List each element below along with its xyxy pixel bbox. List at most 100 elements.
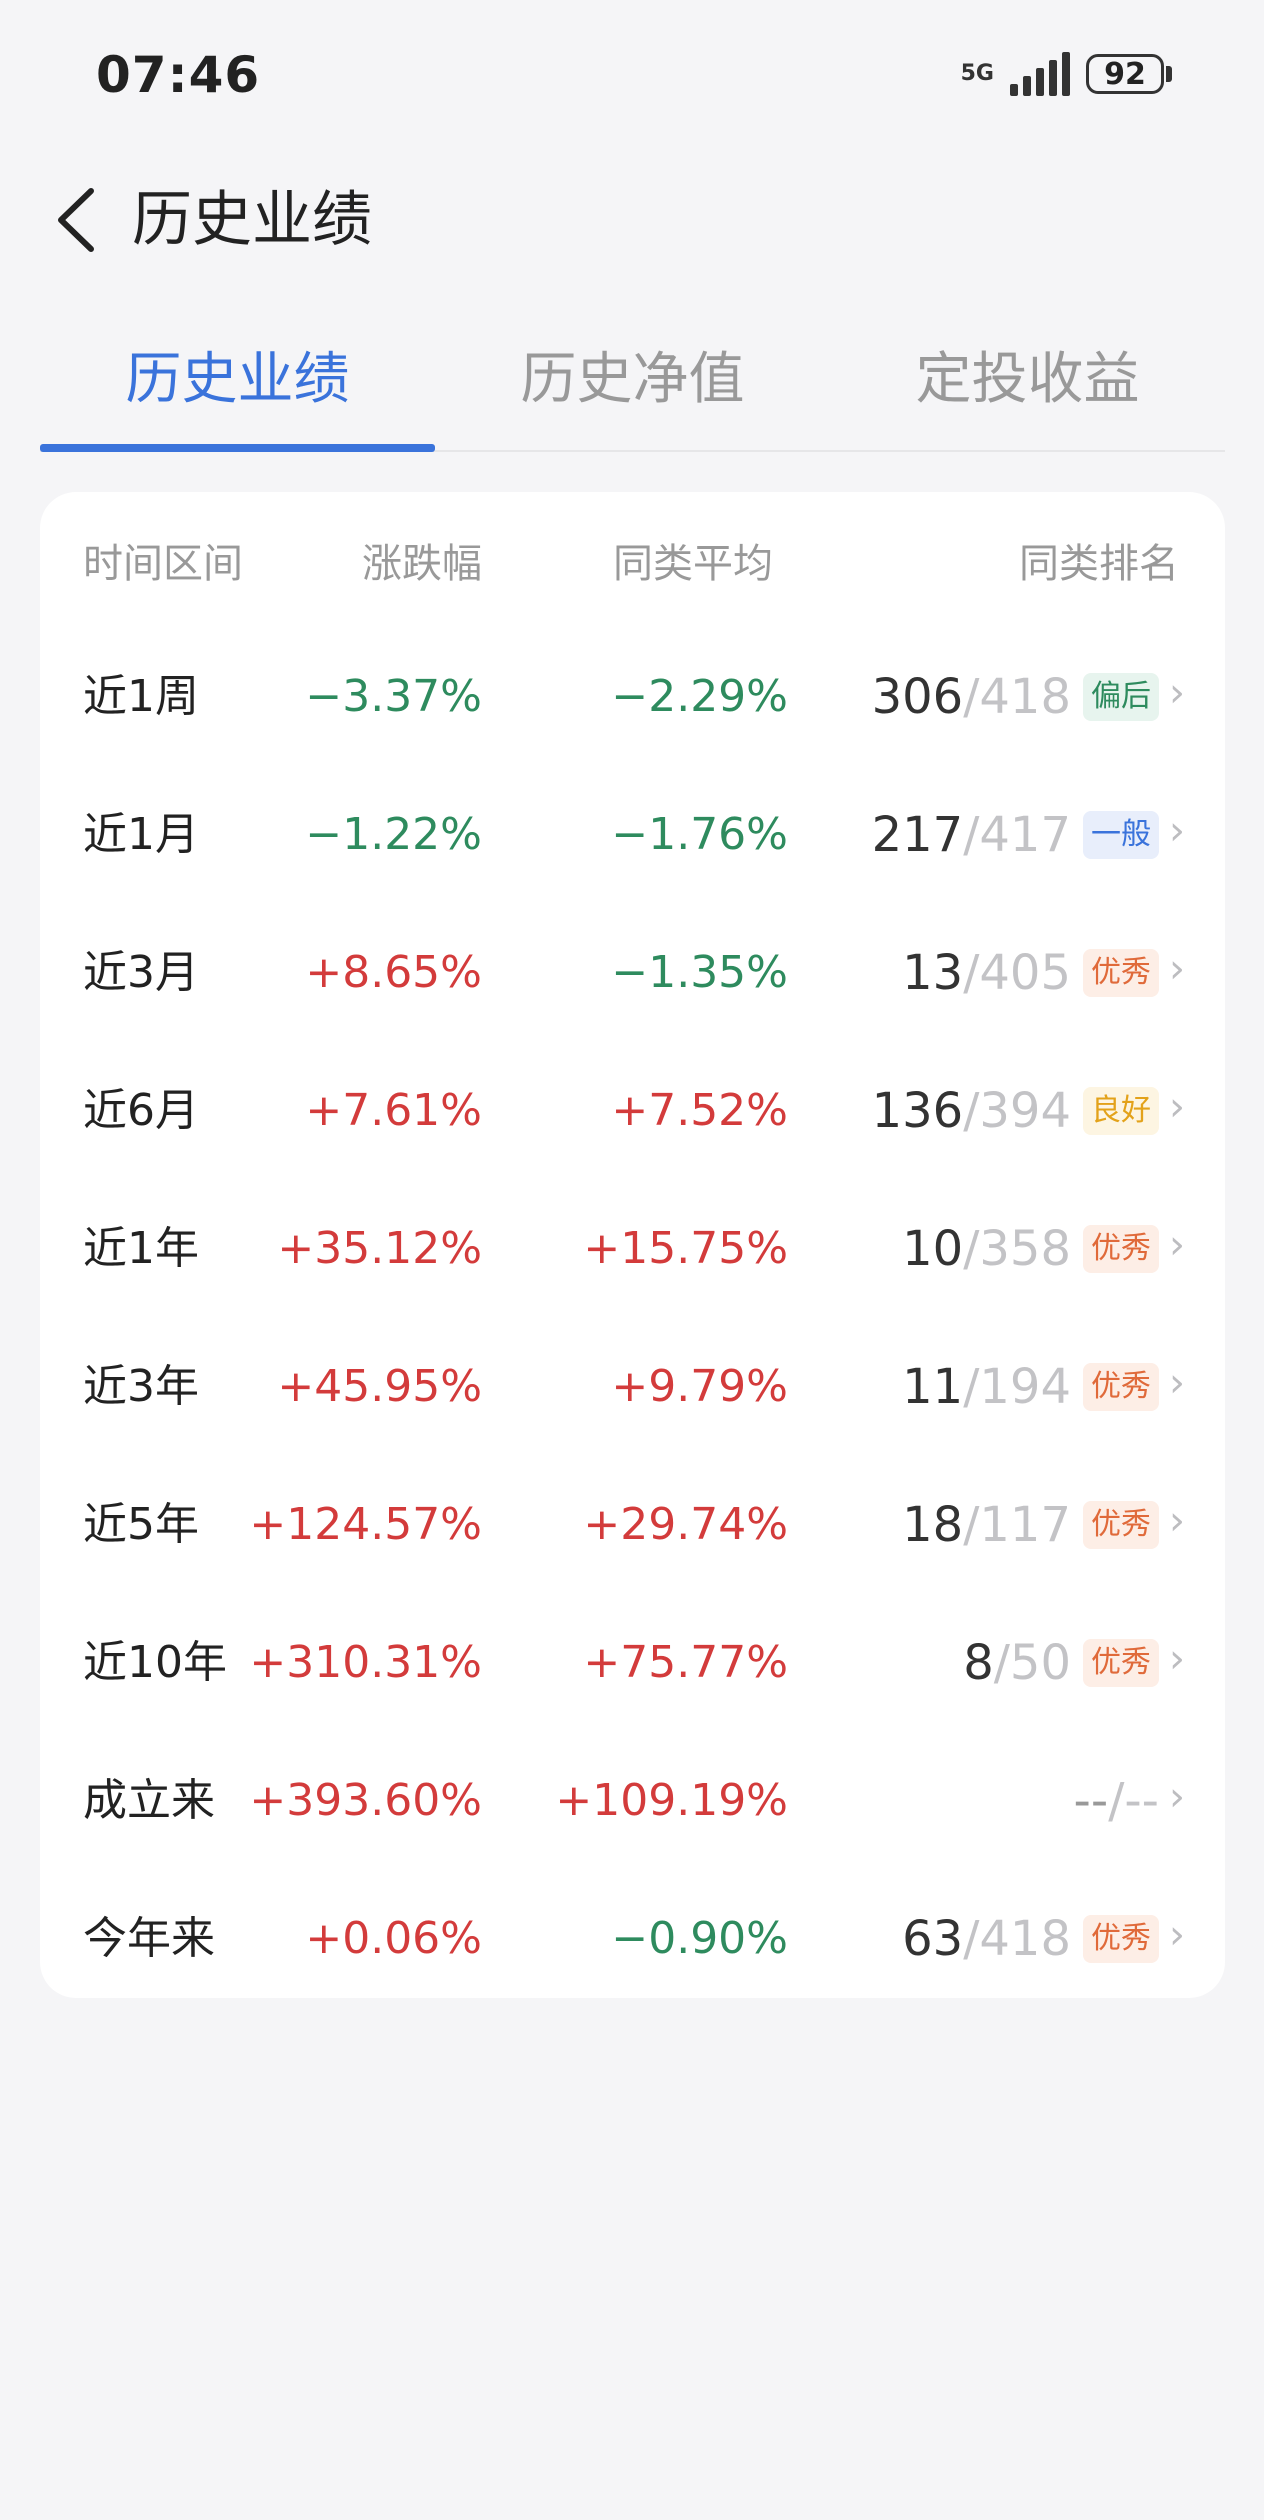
header-change: 涨跌幅 <box>362 541 482 587</box>
row-change: +8.65% <box>305 947 482 998</box>
header-period: 时间区间 <box>83 541 243 587</box>
rank-position: -- <box>1073 1773 1109 1829</box>
row-period: 近1月 <box>83 809 199 860</box>
rank-position: 13 <box>902 945 964 1001</box>
rank-total: /405 <box>963 945 1071 1001</box>
row-change: −1.22% <box>305 809 482 860</box>
row-rank: 217 /417 一般 <box>872 766 1159 904</box>
rank-total: /418 <box>963 1911 1071 1967</box>
row-rank: 136 /394 良好 <box>872 1042 1159 1180</box>
row-period: 成立来 <box>83 1775 215 1826</box>
chevron-right-icon: › <box>1169 1360 1185 1406</box>
row-period: 近3月 <box>83 947 199 998</box>
row-period: 近5年 <box>83 1499 199 1550</box>
rank-badge: 优秀 <box>1083 949 1159 997</box>
chevron-right-icon: › <box>1169 1084 1185 1130</box>
row-change: +7.61% <box>305 1085 482 1136</box>
row-rank: 8 /50 优秀 <box>963 1594 1159 1732</box>
rank-badge: 良好 <box>1083 1087 1159 1135</box>
row-average: +109.19% <box>555 1775 788 1826</box>
rank-total: /117 <box>963 1497 1071 1553</box>
table-row[interactable]: 近10年 +310.31% +75.77% 8 /50 优秀 › <box>40 1594 1225 1732</box>
table-row[interactable]: 近3年 +45.95% +9.79% 11 /194 优秀 › <box>40 1318 1225 1456</box>
rank-position: 18 <box>902 1497 964 1553</box>
rank-position: 11 <box>902 1359 964 1415</box>
row-average: +15.75% <box>583 1223 788 1274</box>
table-row[interactable]: 成立来 +393.60% +109.19% -- /-- › <box>40 1732 1225 1870</box>
row-change: +0.06% <box>305 1913 482 1964</box>
tab-auto-invest[interactable]: 定投收益 <box>830 320 1225 450</box>
row-rank: 13 /405 优秀 <box>902 904 1159 1042</box>
row-rank: 18 /117 优秀 <box>902 1456 1159 1594</box>
tab-performance[interactable]: 历史业绩 <box>40 320 435 452</box>
row-change: +393.60% <box>249 1775 482 1826</box>
table-row[interactable]: 近1周 −3.37% −2.29% 306 /418 偏后 › <box>40 628 1225 766</box>
table-row[interactable]: 今年来 +0.06% −0.90% 63 /418 优秀 › <box>40 1870 1225 2008</box>
rank-total: /194 <box>963 1359 1071 1415</box>
rank-position: 306 <box>871 669 964 725</box>
performance-rows: 近1周 −3.37% −2.29% 306 /418 偏后 › 近1月 −1.2… <box>40 628 1225 2008</box>
row-period: 近6月 <box>83 1085 199 1136</box>
page-title: 历史业绩 <box>132 185 372 255</box>
signal-icon <box>1010 52 1070 96</box>
rank-badge: 优秀 <box>1083 1225 1159 1273</box>
row-rank: 10 /358 优秀 <box>902 1180 1159 1318</box>
rank-position: 63 <box>902 1911 964 1967</box>
chevron-right-icon: › <box>1169 1636 1185 1682</box>
status-icons: 5G 92 <box>961 52 1172 96</box>
row-average: +7.52% <box>611 1085 788 1136</box>
battery-level: 92 <box>1086 54 1164 94</box>
rank-badge: 优秀 <box>1083 1915 1159 1963</box>
row-average: −2.29% <box>611 671 788 722</box>
tab-nav-history[interactable]: 历史净值 <box>435 320 830 450</box>
header-average: 同类平均 <box>613 541 773 587</box>
row-period: 近1周 <box>83 671 199 722</box>
row-period: 近1年 <box>83 1223 199 1274</box>
battery-icon: 92 <box>1086 54 1172 94</box>
rank-position: 8 <box>963 1635 994 1691</box>
row-average: +29.74% <box>583 1499 788 1550</box>
table-header: 时间区间 涨跌幅 同类平均 同类排名 <box>40 532 1225 596</box>
rank-position: 217 <box>871 807 964 863</box>
rank-badge: 偏后 <box>1083 673 1159 721</box>
status-bar: 07:46 5G 92 <box>0 0 1264 150</box>
row-change: +124.57% <box>249 1499 482 1550</box>
table-row[interactable]: 近6月 +7.61% +7.52% 136 /394 良好 › <box>40 1042 1225 1180</box>
row-change: +45.95% <box>277 1361 482 1412</box>
rank-badge: 优秀 <box>1083 1363 1159 1411</box>
chevron-right-icon: › <box>1169 808 1185 854</box>
rank-badge: 一般 <box>1083 811 1159 859</box>
rank-total: /394 <box>963 1083 1071 1139</box>
chevron-right-icon: › <box>1169 946 1185 992</box>
tab-bar: 历史业绩 历史净值 定投收益 <box>40 320 1225 452</box>
rank-total: /417 <box>963 807 1071 863</box>
row-change: +310.31% <box>249 1637 482 1688</box>
chevron-right-icon: › <box>1169 1912 1185 1958</box>
row-average: +75.77% <box>583 1637 788 1688</box>
status-time: 07:46 <box>96 46 261 104</box>
rank-position: 136 <box>871 1083 964 1139</box>
row-period: 近10年 <box>83 1637 227 1688</box>
rank-total: /-- <box>1108 1773 1159 1829</box>
rank-badge: 优秀 <box>1083 1501 1159 1549</box>
back-arrow-icon[interactable] <box>40 180 110 260</box>
row-average: −1.76% <box>611 809 788 860</box>
chevron-right-icon: › <box>1169 1498 1185 1544</box>
row-rank: 306 /418 偏后 <box>872 628 1159 766</box>
page-header: 历史业绩 <box>0 160 1264 280</box>
chevron-right-icon: › <box>1169 670 1185 716</box>
row-average: +9.79% <box>611 1361 788 1412</box>
row-change: +35.12% <box>277 1223 482 1274</box>
row-period: 近3年 <box>83 1361 199 1412</box>
rank-position: 10 <box>902 1221 964 1277</box>
table-row[interactable]: 近5年 +124.57% +29.74% 18 /117 优秀 › <box>40 1456 1225 1594</box>
table-row[interactable]: 近1年 +35.12% +15.75% 10 /358 优秀 › <box>40 1180 1225 1318</box>
chevron-right-icon: › <box>1169 1774 1185 1820</box>
rank-badge: 优秀 <box>1083 1639 1159 1687</box>
table-row[interactable]: 近3月 +8.65% −1.35% 13 /405 优秀 › <box>40 904 1225 1042</box>
table-row[interactable]: 近1月 −1.22% −1.76% 217 /417 一般 › <box>40 766 1225 904</box>
row-average: −1.35% <box>611 947 788 998</box>
row-rank: 63 /418 优秀 <box>902 1870 1159 2008</box>
header-rank: 同类排名 <box>1019 541 1179 587</box>
row-rank: -- /-- <box>1074 1732 1159 1870</box>
